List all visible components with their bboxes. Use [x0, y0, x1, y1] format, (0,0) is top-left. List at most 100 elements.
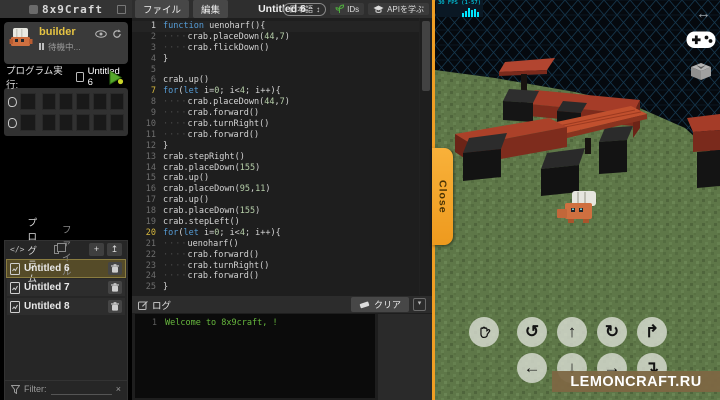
move-up-icon: ↑	[567, 322, 577, 341]
code-line[interactable]: 1 function uenoharf(){	[132, 21, 420, 32]
control-rotate-cw-button[interactable]: ↻	[597, 317, 627, 347]
code-line[interactable]: 18 crab.placeDown(155)	[132, 206, 420, 217]
code-line[interactable]: 23 ····crab.turnRight()	[132, 261, 420, 272]
code-line[interactable]: 17 crab.up()	[132, 195, 420, 206]
package-box-icon[interactable]	[688, 60, 714, 81]
code-line[interactable]: 9 ····crab.forward()	[132, 108, 420, 119]
held-item-icon	[8, 117, 17, 128]
doc-icon	[10, 281, 20, 294]
collapse-log-button[interactable]: ▾	[413, 298, 426, 311]
run-program-button[interactable]	[109, 70, 124, 85]
clear-filter-button[interactable]: ×	[116, 384, 121, 394]
delete-file-button[interactable]	[108, 262, 122, 275]
add-program-button[interactable]: +	[89, 243, 104, 256]
control-pan-button[interactable]	[469, 317, 499, 347]
game-view[interactable]: 30 FPS (1-57) Close ↔ ↺ ↑ ↻ ↱ ← ↓ → ↴ LE…	[432, 0, 720, 400]
code-line[interactable]: 21 ····uenoharf()	[132, 239, 420, 250]
popout-icon[interactable]	[117, 5, 126, 14]
code-line[interactable]: 13 crab.stepRight()	[132, 152, 420, 163]
line-number: 14	[145, 162, 156, 173]
inventory-slot[interactable]	[59, 93, 74, 110]
upload-program-button[interactable]: ↥	[107, 243, 122, 256]
code-line[interactable]: 25}	[132, 282, 420, 293]
code-line[interactable]: 2 ····crab.placeDown(44,7)	[132, 32, 420, 43]
clear-log-button[interactable]: クリア	[350, 297, 409, 312]
pause-icon	[39, 42, 45, 52]
code-line[interactable]: 8 ····crab.placeDown(44,7)	[132, 97, 420, 108]
fps-text: 30 FPS (1-57)	[438, 0, 482, 6]
code-line[interactable]: 7 for(let i=0; i<4; i++){	[132, 86, 420, 97]
sprout-icon	[335, 4, 345, 13]
delete-file-button[interactable]	[108, 300, 122, 313]
code-line[interactable]: 10 ····crab.turnRight()	[132, 119, 420, 130]
control-move-up-button[interactable]: ↑	[557, 317, 587, 347]
edit-log-icon	[138, 300, 148, 310]
control-move-left-button[interactable]: ←	[517, 353, 547, 383]
menu-file-button[interactable]: ファイル	[135, 0, 190, 18]
eraser-icon	[359, 301, 370, 309]
inventory-slot[interactable]	[110, 114, 124, 131]
learn-api-button[interactable]: APIを学ぶ	[368, 3, 429, 15]
code-icon: </>	[10, 245, 25, 254]
control-turn-up-right-button[interactable]: ↱	[637, 317, 667, 347]
inventory-slot[interactable]	[59, 114, 74, 131]
avatar	[9, 28, 33, 46]
filter-label: Filter:	[24, 384, 47, 394]
code-line[interactable]: 24 ····crab.forward()	[132, 271, 420, 282]
refresh-icon[interactable]	[112, 29, 122, 39]
code-line[interactable]: 22 ····crab.forward()	[132, 250, 420, 261]
inventory-slot[interactable]	[93, 93, 108, 110]
gamepad-icon[interactable]	[686, 30, 716, 50]
language-select[interactable]: 日本語 ↕	[283, 2, 327, 16]
code-line[interactable]: 6 crab.up()	[132, 75, 420, 86]
line-number: 21	[145, 238, 156, 249]
control-rotate-ccw-button[interactable]: ↺	[517, 317, 547, 347]
resize-horizontal-icon[interactable]: ↔	[696, 5, 711, 22]
code-line[interactable]: 11 ····crab.forward()	[132, 130, 420, 141]
scrollbar-thumb[interactable]	[422, 21, 430, 91]
code-lines[interactable]: 1 function uenoharf(){2 ····crab.placeDown…	[132, 18, 420, 298]
line-number: 6	[150, 75, 156, 86]
eye-icon[interactable]	[95, 30, 107, 38]
code-line[interactable]: 12}	[132, 141, 420, 152]
inventory-slot[interactable]	[76, 93, 91, 110]
line-number: 12	[145, 140, 156, 151]
files-panel: </> プログラム ファイル + ↥ Untitled 6 Untitled 7U…	[4, 218, 128, 400]
move-left-icon: ←	[523, 358, 541, 377]
inventory-slot[interactable]	[110, 93, 124, 110]
inventory-slot[interactable]	[76, 114, 91, 131]
log-output[interactable]: 1 Welcome to 8x9craft, !	[135, 314, 375, 398]
inventory-slot[interactable]	[93, 114, 108, 131]
file-name: Untitled 8	[24, 301, 70, 312]
filter-input[interactable]	[50, 384, 112, 395]
code-line[interactable]: 5	[132, 65, 420, 76]
menu-edit-button[interactable]: 編集	[193, 0, 229, 18]
ids-button[interactable]: IDs	[330, 3, 365, 15]
code-line[interactable]: 20 for(let i=0; i<4; i++){	[132, 228, 420, 239]
code-line[interactable]: 3 ····crab.flickDown()	[132, 43, 420, 54]
file-list: Untitled 6 Untitled 7 Untitled 8	[5, 259, 127, 315]
code-line[interactable]: 16 crab.placeDown(95,11)	[132, 184, 420, 195]
hand-slot[interactable]	[19, 93, 37, 110]
doc-icon	[10, 300, 20, 313]
code-line[interactable]: 14 crab.placeDown(155)	[132, 163, 420, 174]
file-item[interactable]: Untitled 7	[7, 279, 125, 296]
line-number: 4	[150, 53, 156, 64]
inventory-slot[interactable]	[42, 114, 57, 131]
line-number: 11	[145, 129, 156, 140]
fps-graph	[462, 8, 479, 17]
editor-panel: ファイル 編集 Untitled 6 日本語 ↕ IDs APIを学ぶ 1 fu…	[132, 0, 432, 400]
file-item[interactable]: Untitled 8	[7, 298, 125, 315]
file-name: Untitled 6	[24, 263, 70, 274]
fps-meter[interactable]: 30 FPS (1-57)	[436, 0, 483, 17]
code-line[interactable]: 4}	[132, 54, 420, 65]
delete-file-button[interactable]	[108, 281, 122, 294]
line-number: 17	[145, 195, 156, 206]
code-line[interactable]: 19 crab.stepLeft()	[132, 217, 420, 228]
code-line[interactable]: 15 crab.up()	[132, 173, 420, 184]
editor-scrollbar[interactable]	[419, 18, 432, 295]
close-panel-tab[interactable]: Close	[432, 148, 453, 245]
inventory-slot[interactable]	[42, 93, 57, 110]
updown-arrow-icon: ↕	[316, 4, 321, 14]
hand-slot[interactable]	[19, 114, 37, 131]
